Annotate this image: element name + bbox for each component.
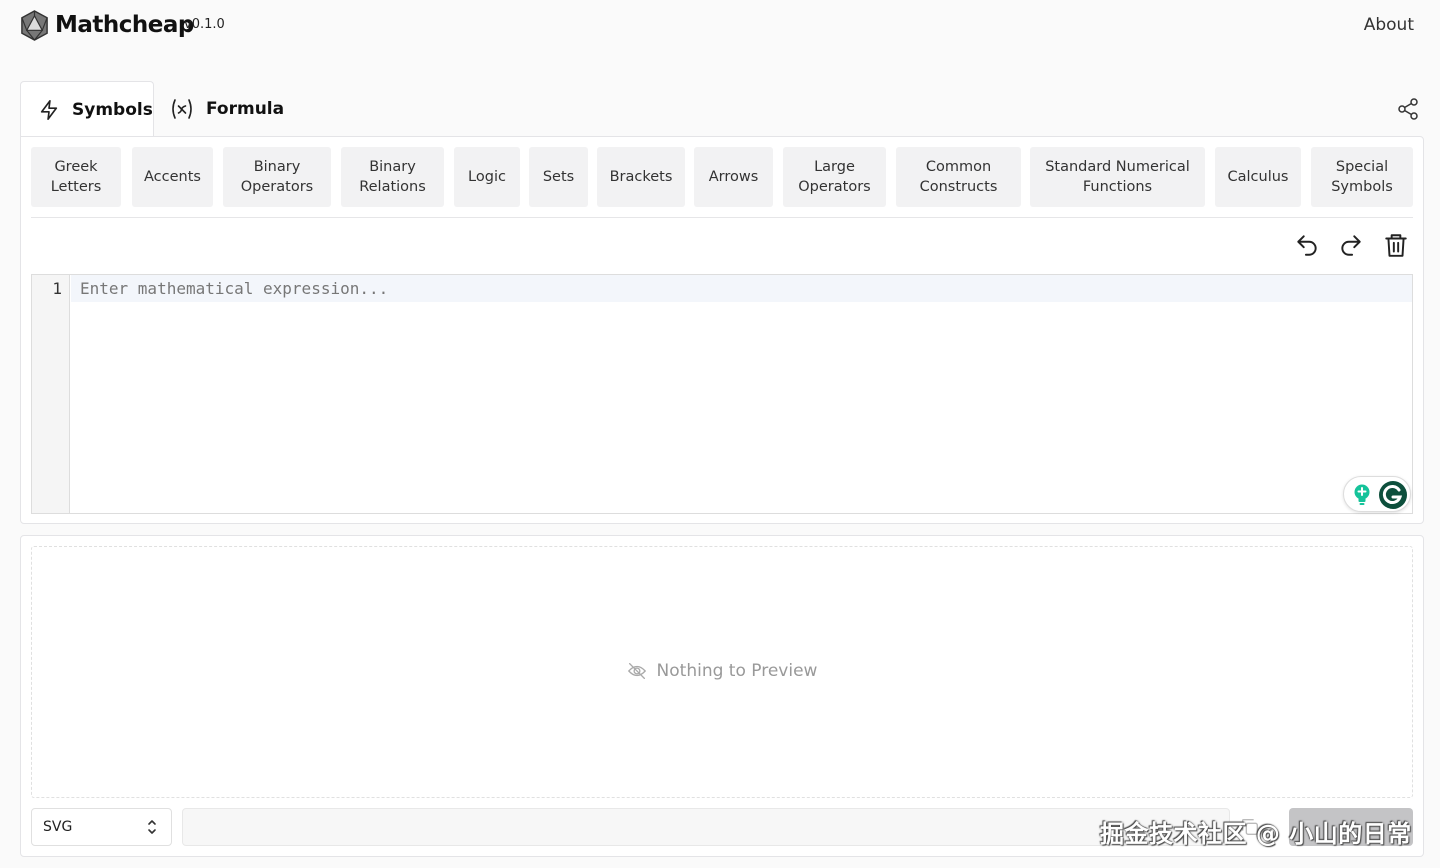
category-accents[interactable]: Accents <box>132 147 213 207</box>
category-arrows[interactable]: Arrows <box>694 147 773 207</box>
eye-off-icon <box>627 662 646 680</box>
chevron-up-down-icon <box>148 820 156 834</box>
share-icon[interactable] <box>1396 97 1420 121</box>
category-common-constructs[interactable]: Common Constructs <box>896 147 1021 207</box>
format-select-value: SVG <box>43 819 73 835</box>
about-link[interactable]: About <box>1364 15 1414 35</box>
function-x-icon <box>172 99 192 119</box>
undo-icon[interactable] <box>1294 232 1320 258</box>
tab-symbols[interactable]: Symbols <box>20 81 154 138</box>
expression-editor[interactable]: 1 Enter mathematical expression... <box>31 274 1413 514</box>
category-standard-numerical-functions[interactable]: Standard Numerical Functions <box>1030 147 1205 207</box>
format-select[interactable]: SVG <box>31 808 172 846</box>
category-special-symbols[interactable]: Special Symbols <box>1311 147 1413 207</box>
tab-bar: Symbols Formula <box>20 81 1424 138</box>
empty-preview-message: Nothing to Preview <box>32 661 1412 681</box>
category-divider <box>31 217 1413 218</box>
lightbulb-icon[interactable] <box>1352 484 1372 506</box>
output-field[interactable] <box>182 808 1230 846</box>
preview-panel: Nothing to Preview SVG <box>20 535 1424 857</box>
preview-area: Nothing to Preview <box>31 546 1413 798</box>
category-large-operators[interactable]: Large Operators <box>783 147 886 207</box>
expression-input-placeholder[interactable]: Enter mathematical expression... <box>80 279 388 298</box>
app-header: Mathcheap v0.1.0 About <box>0 0 1440 52</box>
watermark-text: 掘金技术社区 @ 小山的日常 <box>1100 820 1412 848</box>
tab-formula-label: Formula <box>206 99 285 119</box>
tab-symbols-label: Symbols <box>72 100 153 120</box>
logo-icon <box>21 10 48 41</box>
grammarly-widget[interactable] <box>1343 476 1411 512</box>
category-calculus[interactable]: Calculus <box>1215 147 1301 207</box>
line-number: 1 <box>52 279 62 298</box>
empty-preview-text: Nothing to Preview <box>656 661 818 681</box>
category-logic[interactable]: Logic <box>454 147 520 207</box>
trash-icon[interactable] <box>1383 232 1409 258</box>
version-label: v0.1.0 <box>184 17 225 32</box>
category-bar: Greek Letters Accents Binary Operators B… <box>31 147 1413 207</box>
redo-icon[interactable] <box>1338 232 1364 258</box>
category-brackets[interactable]: Brackets <box>597 147 685 207</box>
tab-formula[interactable]: Formula <box>170 81 300 137</box>
category-binary-relations[interactable]: Binary Relations <box>341 147 444 207</box>
symbols-panel: Greek Letters Accents Binary Operators B… <box>20 136 1424 524</box>
brand-name: Mathcheap <box>55 12 194 38</box>
line-gutter: 1 <box>32 275 70 513</box>
category-sets[interactable]: Sets <box>529 147 588 207</box>
grammarly-icon[interactable] <box>1378 480 1408 510</box>
category-binary-operators[interactable]: Binary Operators <box>223 147 331 207</box>
category-greek-letters[interactable]: Greek Letters <box>31 147 121 207</box>
lightning-icon <box>40 100 58 120</box>
